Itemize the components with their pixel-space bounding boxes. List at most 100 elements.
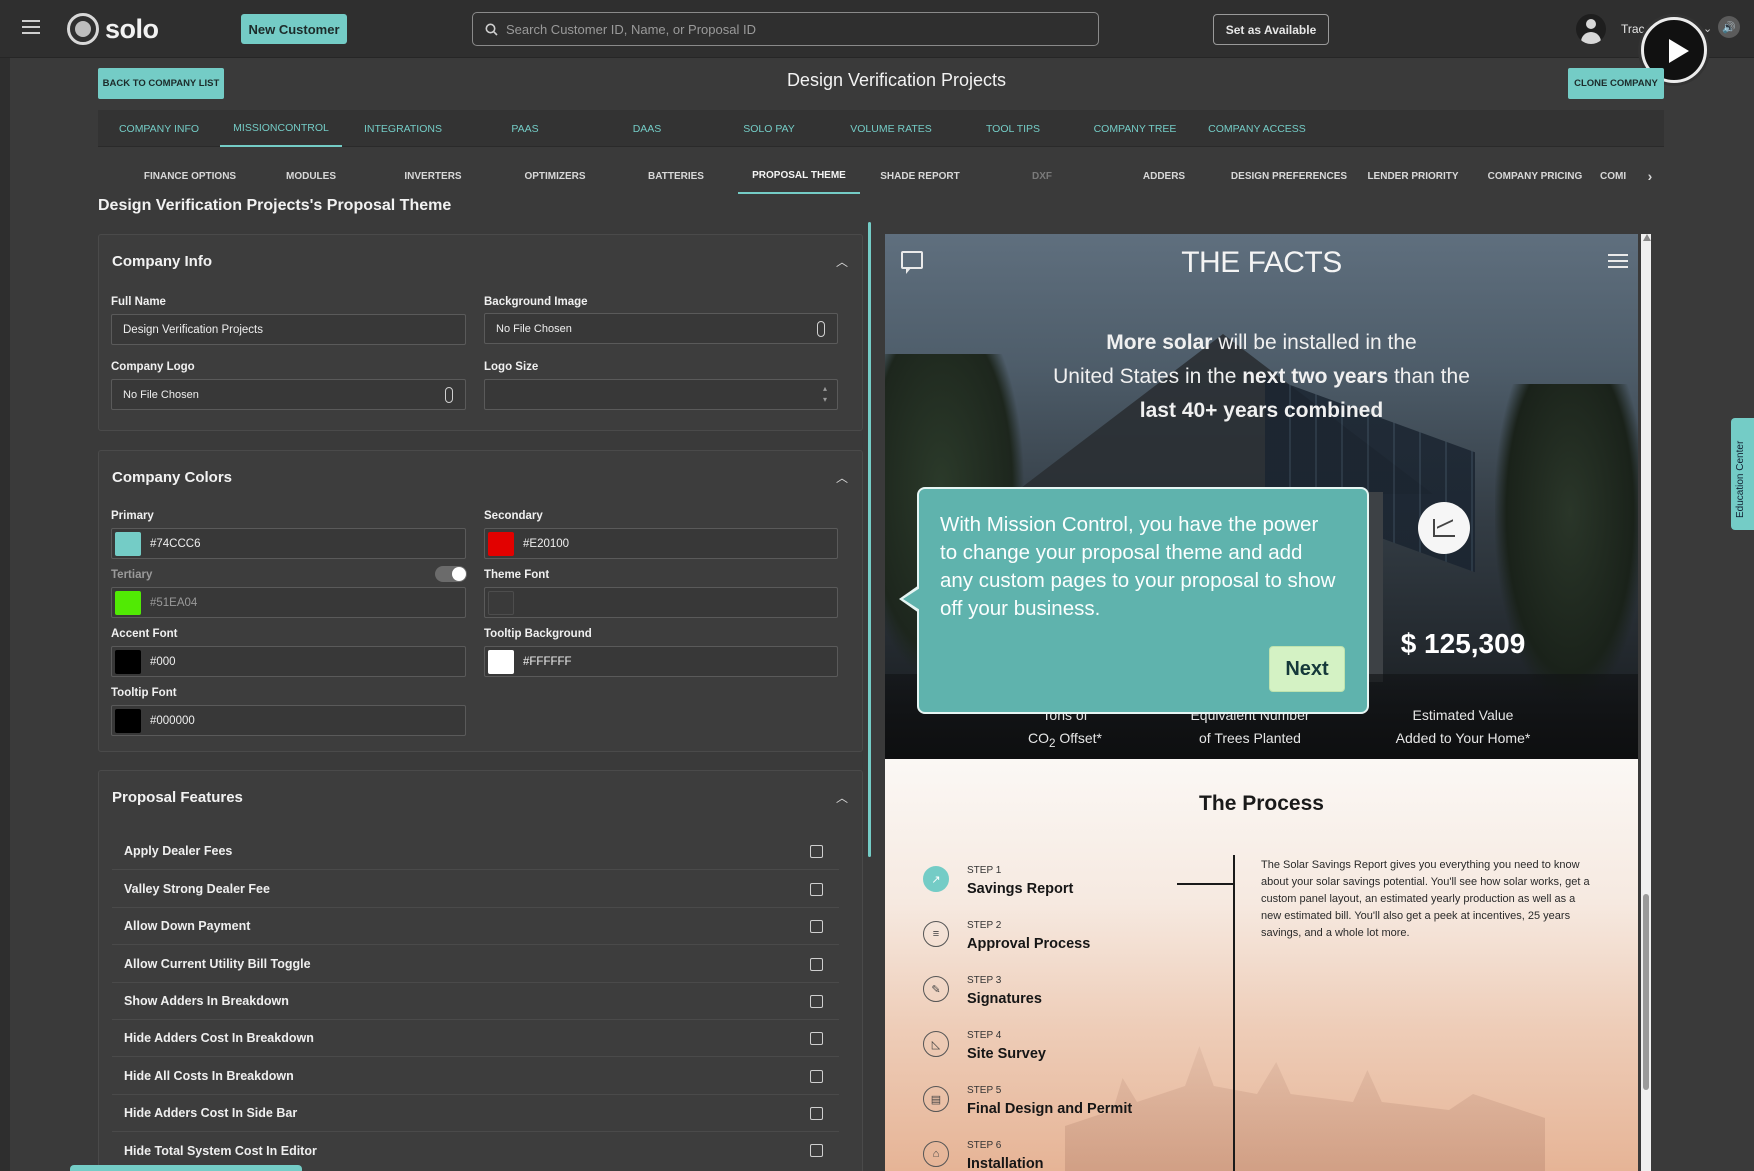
subtab-comi[interactable]: COMI <box>1600 158 1634 194</box>
subtab-finance-options[interactable]: FINANCE OPTIONS <box>129 158 251 194</box>
tertiary-color-field[interactable]: #51EA04 <box>111 587 466 618</box>
search-icon <box>485 23 498 36</box>
tab-volume-rates[interactable]: VOLUME RATES <box>830 110 952 147</box>
tab-company-tree[interactable]: COMPANY TREE <box>1074 110 1196 147</box>
tab-solo-pay[interactable]: SOLO PAY <box>708 110 830 147</box>
speaker-icon[interactable]: 🔊 <box>1718 16 1740 38</box>
username[interactable]: Trac <box>1621 22 1645 36</box>
tabs-scroll-right-icon[interactable]: › <box>1642 158 1658 194</box>
step-name[interactable]: Approval Process <box>967 936 1090 952</box>
blueprint-icon[interactable]: ▤ <box>923 1086 949 1112</box>
checkbox[interactable] <box>810 1070 823 1083</box>
tab-daas[interactable]: DAAS <box>586 110 708 147</box>
accent-font-swatch[interactable] <box>115 649 141 674</box>
feature-row[interactable]: Hide Adders Cost In Breakdown <box>112 1020 839 1057</box>
theme-font-swatch[interactable] <box>488 590 514 615</box>
tab-company-access[interactable]: COMPANY ACCESS <box>1196 110 1318 147</box>
process-description: The Solar Savings Report gives you every… <box>1261 859 1590 939</box>
subtab-design-preferences[interactable]: DESIGN PREFERENCES <box>1224 158 1354 194</box>
tooltip-font-field[interactable]: #000000 <box>111 705 466 736</box>
subtab-lender-priority[interactable]: LENDER PRIORITY <box>1352 158 1474 194</box>
set-available-button[interactable]: Set as Available <box>1213 14 1329 45</box>
solo-logo[interactable]: solo <box>67 13 159 45</box>
hamburger-menu-icon[interactable] <box>22 20 40 36</box>
collapse-chevron-icon[interactable]: ︿ <box>836 253 848 270</box>
subtab-proposal-theme[interactable]: PROPOSAL THEME <box>738 158 860 194</box>
tertiary-color-swatch[interactable] <box>115 590 141 615</box>
background-image-field[interactable]: No File Chosen <box>484 313 838 344</box>
savings-chart-icon[interactable]: ↗ <box>923 866 949 892</box>
checkbox[interactable] <box>810 883 823 896</box>
subtab-modules[interactable]: MODULES <box>250 158 372 194</box>
ruler-icon[interactable]: ◺ <box>923 1031 949 1057</box>
feature-row[interactable]: Apply Dealer Fees <box>112 833 839 870</box>
company-logo-field[interactable]: No File Chosen <box>111 379 466 410</box>
step-name[interactable]: Installation <box>967 1156 1044 1171</box>
education-center-tab[interactable]: Education Center <box>1731 418 1754 530</box>
subtab-optimizers[interactable]: OPTIMIZERS <box>494 158 616 194</box>
form-scrollbar[interactable] <box>868 222 871 857</box>
checkbox[interactable] <box>810 845 823 858</box>
process-title: The Process <box>1199 792 1324 815</box>
feature-row[interactable]: Show Adders In Breakdown <box>112 983 839 1020</box>
back-to-company-list-button[interactable]: BACK TO COMPANY LIST <box>98 68 224 99</box>
feature-row[interactable]: Allow Down Payment <box>112 908 839 945</box>
tab-company-info[interactable]: COMPANY INFO <box>98 110 220 147</box>
checkbox[interactable] <box>810 1107 823 1120</box>
facts-text: More solar will be installed in the Unit… <box>1053 331 1470 422</box>
checkbox[interactable] <box>810 1032 823 1045</box>
subtab-dxf[interactable]: DXF <box>981 158 1103 194</box>
search-bar[interactable] <box>472 12 1099 46</box>
accent-font-field[interactable]: #000 <box>111 646 466 677</box>
paperclip-icon[interactable] <box>445 387 453 403</box>
feature-row[interactable]: Hide Total System Cost In Editor <box>112 1132 839 1169</box>
secondary-color-field[interactable]: #E20100 <box>484 528 838 559</box>
house-icon[interactable]: ⌂ <box>923 1141 949 1167</box>
logo-size-input[interactable]: ▴ ▾ <box>484 379 838 410</box>
primary-color-field[interactable]: #74CCC6 <box>111 528 466 559</box>
subtab-inverters[interactable]: INVERTERS <box>372 158 494 194</box>
pencil-icon[interactable]: ✎ <box>923 976 949 1002</box>
search-input[interactable] <box>506 21 1066 37</box>
document-icon[interactable]: ≡ <box>923 921 949 947</box>
user-avatar-icon[interactable] <box>1576 14 1606 44</box>
subtab-company-pricing[interactable]: COMPANY PRICING <box>1474 158 1596 194</box>
subtab-adders[interactable]: ADDERS <box>1103 158 1225 194</box>
checkbox[interactable] <box>810 920 823 933</box>
tab-integrations[interactable]: INTEGRATIONS <box>342 110 464 147</box>
checkbox[interactable] <box>810 1144 823 1157</box>
step-name[interactable]: Signatures <box>967 991 1042 1007</box>
tab-paas[interactable]: PAAS <box>464 110 586 147</box>
preview-scroll-thumb[interactable] <box>1643 894 1649 1090</box>
step-name[interactable]: Final Design and Permit <box>967 1101 1132 1117</box>
tab-tool-tips[interactable]: TOOL TIPS <box>952 110 1074 147</box>
subtab-shade-report[interactable]: SHADE REPORT <box>859 158 981 194</box>
tertiary-toggle[interactable] <box>435 566 467 582</box>
tooltip-font-swatch[interactable] <box>115 708 141 733</box>
full-name-field[interactable]: Design Verification Projects <box>111 314 466 345</box>
tab-missioncontrol[interactable]: MISSIONCONTROL <box>220 110 342 147</box>
tooltip-background-swatch[interactable] <box>488 649 514 674</box>
tooltip-next-button[interactable]: Next <box>1269 646 1345 692</box>
secondary-color-swatch[interactable] <box>488 531 514 556</box>
tooltip-background-field[interactable]: #FFFFFF <box>484 646 838 677</box>
step-name[interactable]: Site Survey <box>967 1046 1046 1062</box>
step-name[interactable]: Savings Report <box>967 881 1073 897</box>
feature-row[interactable]: Valley Strong Dealer Fee <box>112 871 839 908</box>
clone-company-button[interactable]: CLONE COMPANY <box>1568 68 1664 99</box>
home-value-stat: $ 125,309 <box>1400 628 1526 659</box>
feature-row[interactable]: Hide Adders Cost In Side Bar <box>112 1095 839 1132</box>
subtab-batteries[interactable]: BATTERIES <box>615 158 737 194</box>
new-customer-button[interactable]: New Customer <box>241 14 347 44</box>
theme-font-field[interactable] <box>484 587 838 618</box>
number-spinner-icon[interactable]: ▴ ▾ <box>823 383 827 405</box>
feature-row[interactable]: Allow Current Utility Bill Toggle <box>112 946 839 983</box>
checkbox[interactable] <box>810 958 823 971</box>
paperclip-icon[interactable] <box>817 321 825 337</box>
feature-row[interactable]: Hide All Costs In Breakdown <box>112 1058 839 1095</box>
collapse-chevron-icon[interactable]: ︿ <box>836 789 848 806</box>
checkbox[interactable] <box>810 995 823 1008</box>
user-menu-chevron-icon[interactable]: ⌄ <box>1703 22 1712 35</box>
primary-color-swatch[interactable] <box>115 531 141 556</box>
collapse-chevron-icon[interactable]: ︿ <box>836 469 848 486</box>
